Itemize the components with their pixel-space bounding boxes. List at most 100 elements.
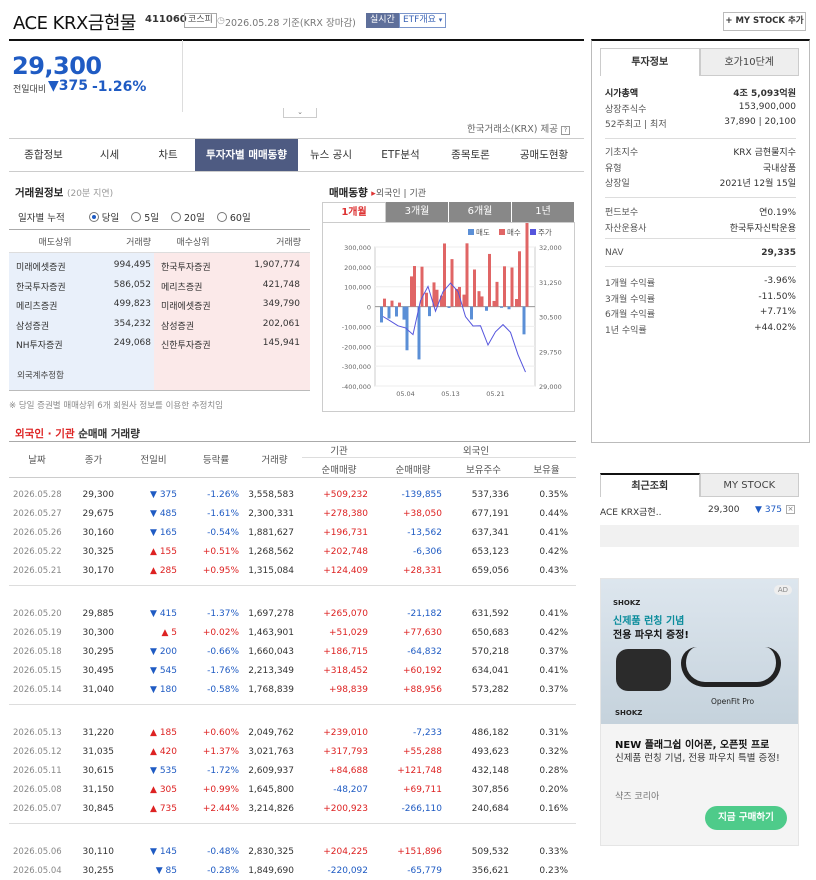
trend-title-text: 매매동향 <box>329 187 368 199</box>
y-right-tick: 31,250 <box>539 279 562 287</box>
period-tab-1y[interactable]: 1년 <box>512 202 575 222</box>
group-institution: 기관 <box>330 446 348 457</box>
ad-product: OpenFit Pro <box>711 697 755 706</box>
info-key: 3개월 수익률 <box>605 294 655 305</box>
date-cell: 2026.05.11 <box>13 765 62 776</box>
close-cell: 31,150 <box>82 784 115 795</box>
etf-overview-dropdown[interactable]: ETF개요 ▾ <box>399 13 447 28</box>
holding-rate-cell: 0.20% <box>539 784 568 795</box>
holding-cell: 493,623 <box>471 746 509 757</box>
netbuy-row: 2026.05.28 29,300 ▼ 375 -1.26% 3,558,583 +509… <box>9 485 576 504</box>
tab-etf-analysis[interactable]: ETF분석 <box>364 139 437 171</box>
tab-discussion[interactable]: 종목토론 <box>437 139 504 171</box>
close-cell: 31,035 <box>82 746 115 757</box>
krx-note: 한국거래소(KRX) 제공 ? <box>467 121 570 135</box>
radio-5day[interactable]: 5일 <box>131 210 159 224</box>
foreign-net-cell: -266,110 <box>401 803 442 814</box>
close-cell: 29,675 <box>82 508 115 519</box>
netbuy-col-header: 순매매량 <box>395 465 431 476</box>
period-tab-6m[interactable]: 6개월 <box>449 202 512 222</box>
period-radio-group: 일자별 누적 당일 5일 20일 60일 <box>18 210 251 224</box>
change-cell: ▲ 5 <box>161 627 177 638</box>
holding-rate-cell: 0.41% <box>539 608 568 619</box>
info-row: 6개월 수익률 +7.71% <box>605 307 796 320</box>
tab-chart[interactable]: 차트 <box>141 139 195 171</box>
period-tab-3m[interactable]: 3개월 <box>386 202 449 222</box>
info-row: 1개월 수익률 -3.96% <box>605 276 796 289</box>
holding-rate-cell: 0.31% <box>539 727 568 738</box>
inst-net-cell: -220,092 <box>327 865 368 876</box>
tab-overview[interactable]: 종합정보 <box>9 139 78 171</box>
tab-invest-info[interactable]: 투자정보 <box>600 48 700 76</box>
current-price: 29,300 <box>12 52 102 80</box>
buy-broker: 삼성증권 <box>161 321 195 332</box>
info-value: 한국투자신탁운용 <box>729 223 796 234</box>
holding-rate-cell: 0.42% <box>539 627 568 638</box>
tab-news[interactable]: 뉴스 공시 <box>298 139 364 171</box>
info-icon[interactable]: ? <box>560 126 570 135</box>
inst-net-cell: +318,452 <box>323 665 368 676</box>
expand-toggle[interactable]: ⌄ <box>283 108 317 118</box>
radio-icon <box>171 212 182 222</box>
ad-cta-button[interactable]: 지금 구매하기 <box>705 806 787 830</box>
foreign-bar <box>387 306 391 319</box>
netbuy-row: 2026.05.14 31,040 ▼ 180 -0.58% 1,768,839 +98,… <box>9 680 576 699</box>
close-cell: 30,110 <box>82 846 115 857</box>
radio-today[interactable]: 당일 <box>88 210 119 224</box>
netbuy-row: 2026.05.20 29,885 ▼ 415 -1.37% 1,697,278 +265… <box>9 604 576 623</box>
holding-cell: 677,191 <box>471 508 509 519</box>
tab-quote[interactable]: 시세 <box>78 139 141 171</box>
foreign-net-cell: +38,050 <box>402 508 442 519</box>
inst-net-cell: +317,793 <box>323 746 368 757</box>
tab-orderbook[interactable]: 호가10단계 <box>699 48 799 76</box>
rate-cell: -1.72% <box>207 765 239 776</box>
holding-cell: 509,532 <box>471 846 509 857</box>
sell-volume: 586,052 <box>113 279 151 290</box>
ad-banner[interactable]: AD SHOKZ 신제품 런칭 기념 전용 파우치 증정! OpenFit Pr… <box>600 578 799 846</box>
realtime-badge[interactable]: 실시간 <box>366 13 399 28</box>
close-icon[interactable]: × <box>786 505 795 514</box>
institution-bar <box>503 266 506 307</box>
tab-short-selling[interactable]: 공매도현황 <box>504 139 584 171</box>
inst-net-cell: +196,731 <box>323 527 368 538</box>
change-cell: ▲ 735 <box>150 803 177 814</box>
netbuy-row: 2026.05.04 30,255 ▼ 85 -0.28% 1,849,690 -220,… <box>9 861 576 880</box>
foreign-bar <box>500 306 503 308</box>
info-value: 29,335 <box>761 248 796 258</box>
tab-mystock[interactable]: MY STOCK <box>699 473 799 497</box>
period-tab-1m[interactable]: 1개월 <box>322 202 386 222</box>
date-cell: 2026.05.08 <box>13 784 62 795</box>
netbuy-title: 외국인 · 기관 순매매 거래량 <box>15 426 140 441</box>
divider <box>9 252 310 253</box>
tab-investor-trading[interactable]: 투자자별 매매동향 <box>195 139 298 171</box>
foreign-bar <box>410 276 413 307</box>
rate-cell: -1.61% <box>207 508 239 519</box>
group-foreign: 외국인 <box>462 446 490 457</box>
info-value: 연0.19% <box>759 208 796 218</box>
recent-item-change: ▼ 375 <box>755 505 782 515</box>
holding-cell: 356,621 <box>471 865 509 876</box>
foreign-net-cell: +69,711 <box>402 784 442 795</box>
recent-item[interactable]: ACE KRX금현.. 29,300 ▼ 375 × <box>600 505 799 518</box>
holding-cell: 432,148 <box>471 765 509 776</box>
volume-cell: 1,268,562 <box>248 546 294 557</box>
radio-20day[interactable]: 20일 <box>171 210 205 224</box>
date-cell: 2026.05.26 <box>13 527 62 538</box>
foreign-net-cell: +60,192 <box>402 665 442 676</box>
filter-institution[interactable]: 기관 <box>409 189 426 199</box>
date-cell: 2026.05.15 <box>13 665 62 676</box>
radio-60day[interactable]: 60일 <box>216 210 251 224</box>
inst-net-cell: +202,748 <box>323 546 368 557</box>
holding-cell: 486,182 <box>471 727 509 738</box>
rate-cell: -0.58% <box>207 684 239 695</box>
filter-foreign[interactable]: 외국인 <box>376 189 401 199</box>
buy-broker: 신한투자증권 <box>161 341 211 351</box>
netbuy-row: 2026.05.27 29,675 ▼ 485 -1.61% 2,300,331 +278… <box>9 504 576 523</box>
broker-row: 한국투자증권 586,052 메리츠증권 421,748 <box>9 280 310 300</box>
tab-recent[interactable]: 최근조회 <box>600 473 700 497</box>
add-mystock-button[interactable]: + MY STOCK 추가 <box>723 12 806 31</box>
foreign-estimate-label: 외국계추정합 <box>17 371 64 381</box>
netbuy-row: 2026.05.18 30,295 ▼ 200 -0.66% 1,660,043 +186… <box>9 642 576 661</box>
inst-net-cell: +265,070 <box>323 608 368 619</box>
foreign-net-cell: +121,748 <box>397 765 442 776</box>
